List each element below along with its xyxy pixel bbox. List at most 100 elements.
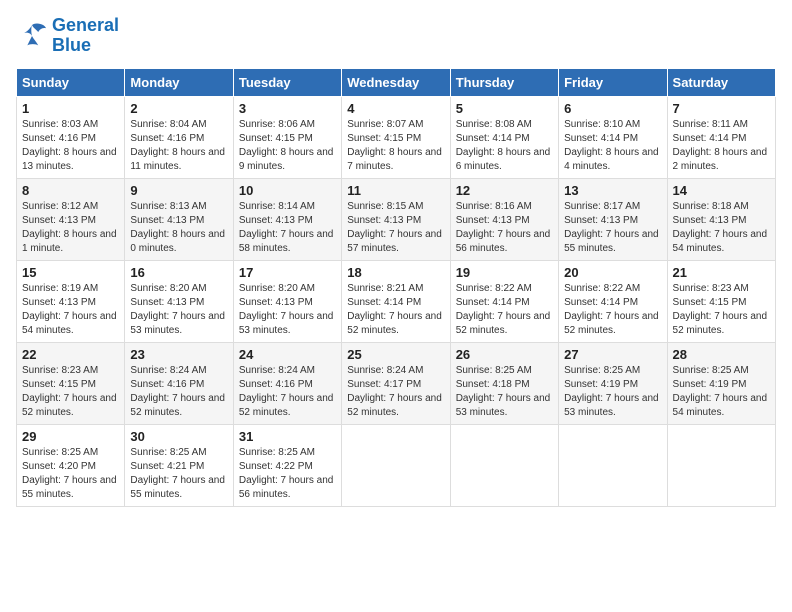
day-number: 16 <box>130 265 227 280</box>
calendar-cell: 15Sunrise: 8:19 AMSunset: 4:13 PMDayligh… <box>17 260 125 342</box>
day-info: Sunrise: 8:04 AMSunset: 4:16 PMDaylight:… <box>130 118 227 174</box>
day-number: 4 <box>347 101 444 116</box>
day-number: 22 <box>22 347 119 362</box>
calendar-cell <box>667 424 775 506</box>
day-number: 29 <box>22 429 119 444</box>
day-number: 12 <box>456 183 553 198</box>
calendar-cell: 29Sunrise: 8:25 AMSunset: 4:20 PMDayligh… <box>17 424 125 506</box>
day-info: Sunrise: 8:19 AMSunset: 4:13 PMDaylight:… <box>22 282 119 338</box>
day-number: 26 <box>456 347 553 362</box>
day-info: Sunrise: 8:20 AMSunset: 4:13 PMDaylight:… <box>130 282 227 338</box>
day-info: Sunrise: 8:20 AMSunset: 4:13 PMDaylight:… <box>239 282 336 338</box>
calendar-cell: 19 Sunrise: 8:22 AMSunset: 4:14 PMDayligh… <box>450 260 558 342</box>
day-number: 11 <box>347 183 444 198</box>
day-info: Sunrise: 8:25 AMSunset: 4:22 PMDaylight:… <box>239 446 336 502</box>
day-info: Sunrise: 8:24 AMSunset: 4:17 PMDaylight:… <box>347 364 444 420</box>
day-info: Sunrise: 8:06 AMSunset: 4:15 PMDaylight:… <box>239 118 336 174</box>
calendar-cell: 28 Sunrise: 8:25 AMSunset: 4:19 PMDayligh… <box>667 342 775 424</box>
calendar-cell: 5Sunrise: 8:08 AMSunset: 4:14 PMDaylight… <box>450 96 558 178</box>
calendar-cell: 20 Sunrise: 8:22 AMSunset: 4:14 PMDayligh… <box>559 260 667 342</box>
calendar-cell: 12 Sunrise: 8:16 AMSunset: 4:13 PMDayligh… <box>450 178 558 260</box>
day-of-week-header: Tuesday <box>233 68 341 96</box>
day-number: 14 <box>673 183 770 198</box>
day-number: 20 <box>564 265 661 280</box>
page-header: General Blue <box>16 16 776 56</box>
calendar-cell: 7 Sunrise: 8:11 AMSunset: 4:14 PMDaylight… <box>667 96 775 178</box>
day-of-week-header: Thursday <box>450 68 558 96</box>
calendar-cell: 25 Sunrise: 8:24 AMSunset: 4:17 PMDayligh… <box>342 342 450 424</box>
day-info: Sunrise: 8:23 AMSunset: 4:15 PMDaylight:… <box>673 282 770 338</box>
day-info: Sunrise: 8:21 AMSunset: 4:14 PMDaylight:… <box>347 282 444 338</box>
logo-icon <box>16 22 48 50</box>
day-info: Sunrise: 8:25 AMSunset: 4:18 PMDaylight:… <box>456 364 553 420</box>
day-info: Sunrise: 8:08 AMSunset: 4:14 PMDaylight:… <box>456 118 553 174</box>
calendar-cell: 10 Sunrise: 8:14 AMSunset: 4:13 PMDayligh… <box>233 178 341 260</box>
day-number: 10 <box>239 183 336 198</box>
logo: General Blue <box>16 16 119 56</box>
calendar-cell: 9 Sunrise: 8:13 AMSunset: 4:13 PMDaylight… <box>125 178 233 260</box>
day-of-week-header: Wednesday <box>342 68 450 96</box>
day-info: Sunrise: 8:15 AMSunset: 4:13 PMDaylight:… <box>347 200 444 256</box>
calendar-cell: 17 Sunrise: 8:20 AMSunset: 4:13 PMDayligh… <box>233 260 341 342</box>
day-number: 23 <box>130 347 227 362</box>
day-number: 7 <box>673 101 770 116</box>
day-number: 25 <box>347 347 444 362</box>
day-number: 21 <box>673 265 770 280</box>
calendar-cell: 3 Sunrise: 8:06 AMSunset: 4:15 PMDaylight… <box>233 96 341 178</box>
day-number: 19 <box>456 265 553 280</box>
day-number: 30 <box>130 429 227 444</box>
day-info: Sunrise: 8:24 AMSunset: 4:16 PMDaylight:… <box>130 364 227 420</box>
day-number: 24 <box>239 347 336 362</box>
day-info: Sunrise: 8:17 AMSunset: 4:13 PMDaylight:… <box>564 200 661 256</box>
day-of-week-header: Monday <box>125 68 233 96</box>
calendar-cell: 23 Sunrise: 8:24 AMSunset: 4:16 PMDayligh… <box>125 342 233 424</box>
calendar-cell: 13Sunrise: 8:17 AMSunset: 4:13 PMDayligh… <box>559 178 667 260</box>
day-info: Sunrise: 8:13 AMSunset: 4:13 PMDaylight:… <box>130 200 227 256</box>
day-info: Sunrise: 8:25 AMSunset: 4:19 PMDaylight:… <box>673 364 770 420</box>
day-info: Sunrise: 8:12 AMSunset: 4:13 PMDaylight:… <box>22 200 119 256</box>
day-info: Sunrise: 8:14 AMSunset: 4:13 PMDaylight:… <box>239 200 336 256</box>
day-info: Sunrise: 8:25 AMSunset: 4:21 PMDaylight:… <box>130 446 227 502</box>
calendar-cell: 4 Sunrise: 8:07 AMSunset: 4:15 PMDaylight… <box>342 96 450 178</box>
logo-text-line1: General Blue <box>52 16 119 56</box>
day-number: 31 <box>239 429 336 444</box>
day-info: Sunrise: 8:24 AMSunset: 4:16 PMDaylight:… <box>239 364 336 420</box>
calendar-cell <box>450 424 558 506</box>
day-of-week-header: Sunday <box>17 68 125 96</box>
calendar-cell: 6Sunrise: 8:10 AMSunset: 4:14 PMDaylight… <box>559 96 667 178</box>
day-number: 18 <box>347 265 444 280</box>
calendar-cell: 2 Sunrise: 8:04 AMSunset: 4:16 PMDaylight… <box>125 96 233 178</box>
day-number: 27 <box>564 347 661 362</box>
day-info: Sunrise: 8:03 AMSunset: 4:16 PMDaylight:… <box>22 118 119 174</box>
calendar-cell: 11 Sunrise: 8:15 AMSunset: 4:13 PMDayligh… <box>342 178 450 260</box>
day-number: 9 <box>130 183 227 198</box>
day-info: Sunrise: 8:18 AMSunset: 4:13 PMDaylight:… <box>673 200 770 256</box>
calendar-cell: 21 Sunrise: 8:23 AMSunset: 4:15 PMDayligh… <box>667 260 775 342</box>
calendar-cell: 14 Sunrise: 8:18 AMSunset: 4:13 PMDayligh… <box>667 178 775 260</box>
day-info: Sunrise: 8:11 AMSunset: 4:14 PMDaylight:… <box>673 118 770 174</box>
day-info: Sunrise: 8:22 AMSunset: 4:14 PMDaylight:… <box>456 282 553 338</box>
day-info: Sunrise: 8:22 AMSunset: 4:14 PMDaylight:… <box>564 282 661 338</box>
day-of-week-header: Friday <box>559 68 667 96</box>
day-number: 2 <box>130 101 227 116</box>
calendar-cell: 8 Sunrise: 8:12 AMSunset: 4:13 PMDaylight… <box>17 178 125 260</box>
calendar-cell: 31 Sunrise: 8:25 AMSunset: 4:22 PMDayligh… <box>233 424 341 506</box>
calendar-cell: 16 Sunrise: 8:20 AMSunset: 4:13 PMDayligh… <box>125 260 233 342</box>
day-of-week-header: Saturday <box>667 68 775 96</box>
day-info: Sunrise: 8:16 AMSunset: 4:13 PMDaylight:… <box>456 200 553 256</box>
calendar-cell: 22 Sunrise: 8:23 AMSunset: 4:15 PMDayligh… <box>17 342 125 424</box>
day-number: 17 <box>239 265 336 280</box>
day-info: Sunrise: 8:25 AMSunset: 4:19 PMDaylight:… <box>564 364 661 420</box>
calendar-cell: 30 Sunrise: 8:25 AMSunset: 4:21 PMDayligh… <box>125 424 233 506</box>
calendar-cell: 27 Sunrise: 8:25 AMSunset: 4:19 PMDayligh… <box>559 342 667 424</box>
day-info: Sunrise: 8:07 AMSunset: 4:15 PMDaylight:… <box>347 118 444 174</box>
calendar-table: SundayMondayTuesdayWednesdayThursdayFrid… <box>16 68 776 507</box>
day-number: 3 <box>239 101 336 116</box>
calendar-cell <box>559 424 667 506</box>
day-info: Sunrise: 8:23 AMSunset: 4:15 PMDaylight:… <box>22 364 119 420</box>
day-number: 28 <box>673 347 770 362</box>
calendar-cell <box>342 424 450 506</box>
day-number: 8 <box>22 183 119 198</box>
calendar-cell: 1Sunrise: 8:03 AMSunset: 4:16 PMDaylight… <box>17 96 125 178</box>
calendar-cell: 26 Sunrise: 8:25 AMSunset: 4:18 PMDayligh… <box>450 342 558 424</box>
